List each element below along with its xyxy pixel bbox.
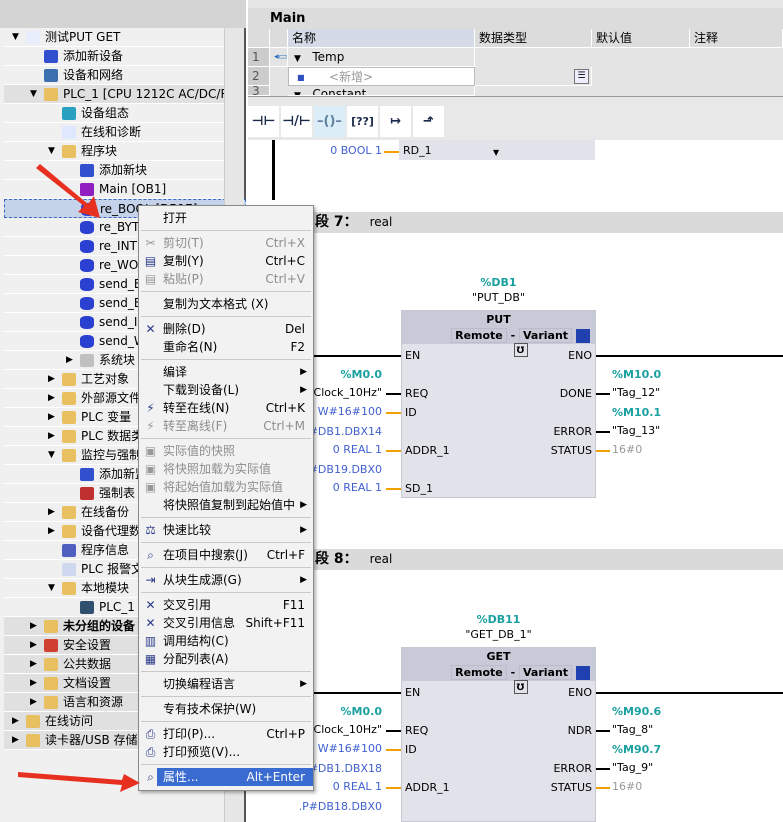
red-arrow-icon [18, 772, 140, 792]
red-arrow-icon [36, 164, 100, 218]
annotation-arrows [18, 164, 140, 792]
